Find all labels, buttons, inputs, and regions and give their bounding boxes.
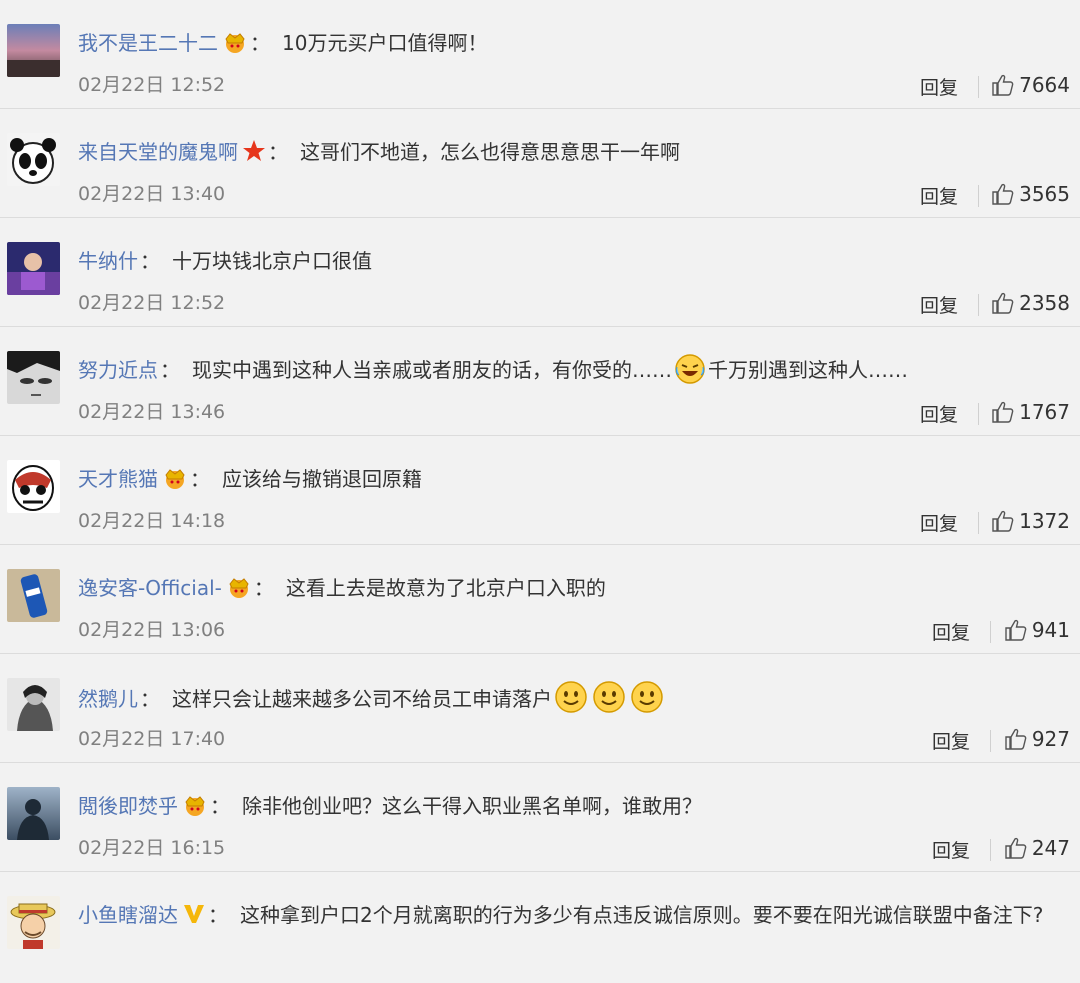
thumbs-up-icon: [1005, 619, 1027, 641]
comment-text: 十万块钱北京户口很值: [172, 249, 372, 273]
divider: [978, 403, 979, 425]
divider: [990, 621, 991, 643]
comment-item: 閲後即焚乎：除非他创业吧？这么干得入职业黑名单啊，谁敢用？ 02月22日 16:…: [0, 763, 1080, 872]
divider: [978, 76, 979, 98]
reply-button[interactable]: 回复: [920, 291, 958, 318]
like-count: 927: [1031, 727, 1070, 751]
like-button[interactable]: 247: [1004, 836, 1070, 860]
smile-emoji: [630, 680, 664, 724]
crown-icon: [222, 30, 248, 64]
comment-text-continued: 千万别遇到这种人……: [708, 358, 908, 382]
divider: [978, 512, 979, 534]
comment-time: 02月22日 13:40: [78, 183, 226, 205]
v-icon: [182, 902, 206, 936]
username[interactable]: 小鱼瞎溜达: [78, 903, 178, 927]
comment-item: 牛纳什：十万块钱北京户口很值 02月22日 12:52 回复 2358: [0, 218, 1080, 327]
reply-button[interactable]: 回复: [932, 618, 970, 645]
reply-button[interactable]: 回复: [920, 182, 958, 209]
username[interactable]: 牛纳什: [78, 249, 138, 273]
thumbs-up-icon: [992, 292, 1014, 314]
star-icon: [242, 139, 266, 173]
avatar[interactable]: [7, 133, 60, 186]
comment-item: 努力近点：现实中遇到这种人当亲戚或者朋友的话，有你受的…… 千万别遇到这种人…… …: [0, 327, 1080, 436]
like-count: 1372: [1019, 509, 1070, 533]
like-count: 1767: [1019, 400, 1070, 424]
crown-icon: [162, 466, 188, 500]
thumbs-up-icon: [1005, 728, 1027, 750]
comment-text: 除非他创业吧？这么干得入职业黑名单啊，谁敢用？: [242, 794, 702, 818]
avatar[interactable]: [7, 896, 60, 949]
avatar[interactable]: [7, 678, 60, 731]
thumbs-up-icon: [992, 401, 1014, 423]
laughing-tears-emoji: [674, 353, 706, 395]
like-count: 3565: [1019, 182, 1070, 206]
like-button[interactable]: 927: [1004, 727, 1070, 751]
comment-text: 这样只会让越来越多公司不给员工申请落户: [172, 687, 552, 711]
like-button[interactable]: 2358: [991, 291, 1070, 315]
comment-time: 02月22日 13:06: [78, 619, 226, 641]
username[interactable]: 閲後即焚乎: [78, 794, 178, 818]
like-count: 2358: [1019, 291, 1070, 315]
username[interactable]: 努力近点: [78, 358, 158, 382]
thumbs-up-icon: [992, 74, 1014, 96]
divider: [978, 294, 979, 316]
reply-button[interactable]: 回复: [932, 836, 970, 863]
comment-list: 我不是王二十二： 10万元买户口值得啊！ 02月22日 12:52 回复 7664…: [0, 0, 1080, 982]
reply-button[interactable]: 回复: [932, 727, 970, 754]
comment-item: 来自天堂的魔鬼啊：这哥们不地道，怎么也得意思意思干一年啊 02月22日 13:4…: [0, 109, 1080, 218]
like-count: 247: [1031, 836, 1070, 860]
comment-text: 10万元买户口值得啊！: [282, 31, 488, 55]
like-count: 941: [1031, 618, 1070, 642]
divider: [990, 730, 991, 752]
like-button[interactable]: 1372: [991, 509, 1070, 533]
avatar[interactable]: [7, 460, 60, 513]
thumbs-up-icon: [992, 183, 1014, 205]
avatar[interactable]: [7, 351, 60, 404]
comment-text: 这看上去是故意为了北京户口入职的: [285, 576, 606, 600]
comment-time: 02月22日 12:52: [78, 292, 226, 314]
avatar[interactable]: [7, 242, 60, 295]
avatar[interactable]: [7, 787, 60, 840]
avatar[interactable]: [7, 24, 60, 77]
reply-button[interactable]: 回复: [920, 400, 958, 427]
like-button[interactable]: 941: [1004, 618, 1070, 642]
comment-text: 这种拿到户口2个月就离职的行为多少有点违反诚信原则。要不要在阳光诚信联盟中备注下…: [240, 903, 1044, 927]
avatar[interactable]: [7, 569, 60, 622]
username[interactable]: 天才熊猫: [78, 467, 158, 491]
comment-time: 02月22日 13:46: [78, 401, 226, 423]
divider: [978, 185, 979, 207]
username[interactable]: 逸安客-Official-: [78, 576, 222, 600]
username[interactable]: 然鹅儿: [78, 687, 138, 711]
comment-time: 02月22日 14:18: [78, 510, 226, 532]
reply-button[interactable]: 回复: [920, 73, 958, 100]
comment-time: 02月22日 16:15: [78, 837, 226, 859]
smile-emoji: [554, 680, 588, 724]
thumbs-up-icon: [992, 510, 1014, 532]
reply-button[interactable]: 回复: [920, 509, 958, 536]
comment-item: 小鱼瞎溜达：这种拿到户口2个月就离职的行为多少有点违反诚信原则。要不要在阳光诚信…: [0, 872, 1080, 982]
username[interactable]: 我不是王二十二: [78, 31, 218, 55]
comment-time: 02月22日 17:40: [78, 728, 226, 750]
comment-item: 然鹅儿：这样只会让越来越多公司不给员工申请落户 02月22日 17:40 回复 …: [0, 654, 1080, 763]
thumbs-up-icon: [1005, 837, 1027, 859]
like-count: 7664: [1019, 73, 1070, 97]
comment-text: 应该给与撤销退回原籍: [222, 467, 422, 491]
comment-text: 现实中遇到这种人当亲戚或者朋友的话，有你受的……: [192, 358, 672, 382]
like-button[interactable]: 1767: [991, 400, 1070, 424]
crown-icon: [226, 575, 252, 609]
comment-text: 这哥们不地道，怎么也得意思意思干一年啊: [300, 140, 680, 164]
crown-icon: [182, 793, 208, 827]
comment-item: 逸安客-Official-：这看上去是故意为了北京户口入职的 02月22日 13…: [0, 545, 1080, 654]
username[interactable]: 来自天堂的魔鬼啊: [78, 140, 238, 164]
divider: [990, 839, 991, 861]
comment-time: 02月22日 12:52: [78, 74, 226, 96]
smile-emoji: [592, 680, 626, 724]
comment-item: 我不是王二十二： 10万元买户口值得啊！ 02月22日 12:52 回复 7664: [0, 0, 1080, 109]
like-button[interactable]: 3565: [991, 182, 1070, 206]
like-button[interactable]: 7664: [991, 73, 1070, 97]
comment-item: 天才熊猫：应该给与撤销退回原籍 02月22日 14:18 回复 1372: [0, 436, 1080, 545]
